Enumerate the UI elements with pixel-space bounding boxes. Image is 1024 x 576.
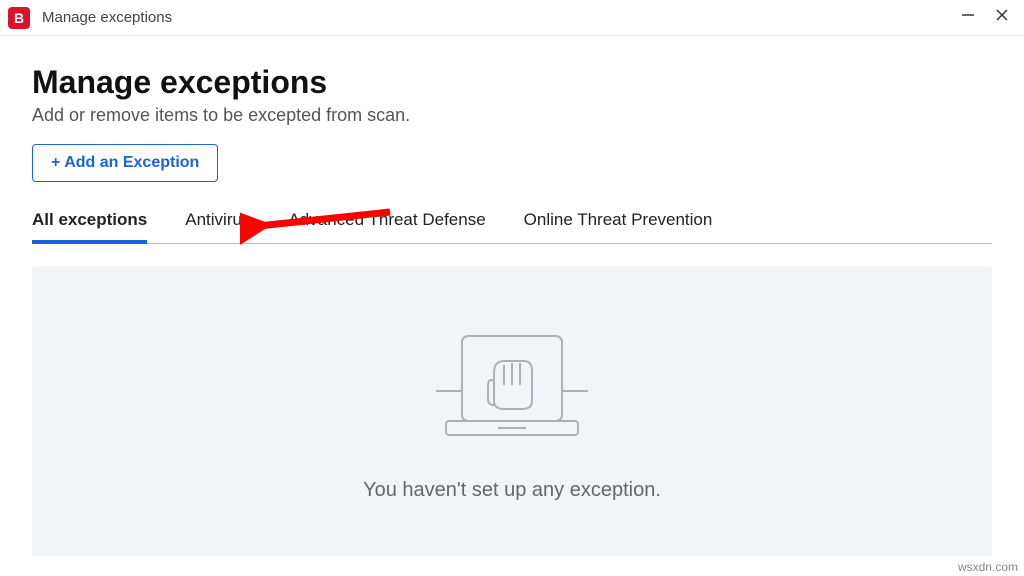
- watermark: wsxdn.com: [958, 560, 1018, 574]
- empty-hand-laptop-icon: [432, 321, 592, 451]
- minimize-button[interactable]: [960, 8, 976, 27]
- tab-all-exceptions[interactable]: All exceptions: [32, 210, 147, 244]
- window-controls: [960, 8, 1010, 27]
- tabs: All exceptions Antivirus Advanced Threat…: [32, 210, 992, 244]
- app-logo-icon: B: [8, 7, 30, 29]
- content-area: Manage exceptions Add or remove items to…: [0, 36, 1024, 556]
- empty-state-message: You haven't set up any exception.: [363, 479, 661, 502]
- window-title: Manage exceptions: [42, 9, 960, 26]
- empty-state-panel: You haven't set up any exception.: [32, 266, 992, 556]
- close-button[interactable]: [994, 8, 1010, 27]
- add-exception-button[interactable]: + Add an Exception: [32, 144, 218, 182]
- tab-online-threat-prevention[interactable]: Online Threat Prevention: [524, 210, 713, 243]
- titlebar: B Manage exceptions: [0, 0, 1024, 36]
- page-title: Manage exceptions: [32, 64, 992, 101]
- tab-advanced-threat-defense[interactable]: Advanced Threat Defense: [288, 210, 485, 243]
- page-subtitle: Add or remove items to be excepted from …: [32, 105, 992, 126]
- tab-antivirus[interactable]: Antivirus: [185, 210, 250, 243]
